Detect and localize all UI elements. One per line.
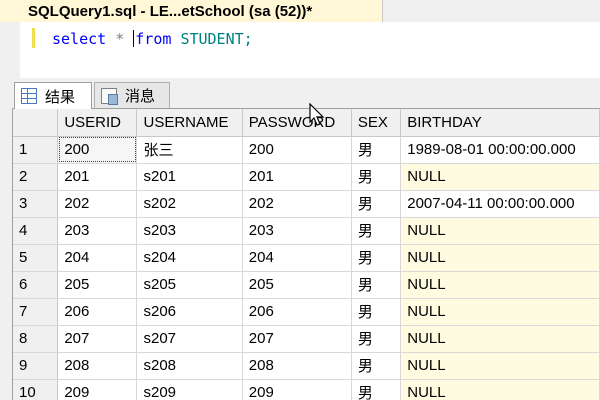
cell-birthday[interactable]: NULL [400, 217, 600, 245]
row-number[interactable]: 10 [13, 379, 59, 400]
table-row[interactable]: 1 200 张三 200 男 1989-08-01 00:00:00.000 [13, 136, 600, 164]
cell-userid[interactable]: 202 [57, 190, 138, 218]
column-header-userid[interactable]: USERID [57, 109, 138, 137]
cell-birthday[interactable]: NULL [400, 379, 600, 400]
cell-password[interactable]: 205 [242, 271, 352, 299]
cell-birthday[interactable]: NULL [400, 163, 600, 191]
cell-userid[interactable]: 204 [57, 244, 138, 272]
document-tab-title: SQLQuery1.sql - LE...etSchool (sa (52))* [28, 3, 313, 20]
cell-sex[interactable]: 男 [351, 217, 402, 245]
table-row[interactable]: 2 201 s201 201 男 NULL [13, 163, 600, 191]
cell-password[interactable]: 207 [242, 325, 352, 353]
corner-cell[interactable] [13, 109, 59, 137]
row-number[interactable]: 9 [13, 352, 59, 380]
cell-birthday[interactable]: 2007-04-11 00:00:00.000 [400, 190, 600, 218]
table-identifier: STUDENT; [180, 30, 253, 48]
tab-results[interactable]: 结果 [14, 82, 92, 109]
cell-userid[interactable]: 208 [57, 352, 138, 380]
tab-results-label: 结果 [45, 88, 76, 106]
header-row: USERID USERNAME PASSWORD SEX BIRTHDAY [13, 109, 600, 137]
table-row[interactable]: 9 208 s208 208 男 NULL [13, 352, 600, 380]
tab-messages-label: 消息 [125, 88, 156, 105]
cell-userid[interactable]: 207 [57, 325, 138, 353]
cell-userid[interactable]: 209 [57, 379, 138, 400]
table-row[interactable]: 4 203 s203 203 男 NULL [13, 217, 600, 245]
cell-sex[interactable]: 男 [351, 163, 402, 191]
table-row[interactable]: 6 205 s205 205 男 NULL [13, 271, 600, 299]
column-header-password[interactable]: PASSWORD [242, 109, 352, 137]
operator-star: * [115, 30, 125, 48]
document-tab[interactable]: SQLQuery1.sql - LE...etSchool (sa (52))* [0, 0, 383, 22]
editor-line-1[interactable]: select * from STUDENT; [52, 30, 253, 48]
grid-icon [21, 88, 37, 104]
cell-userid[interactable]: 203 [57, 217, 138, 245]
cell-userid[interactable]: 206 [57, 298, 138, 326]
table-row[interactable]: 3 202 s202 202 男 2007-04-11 00:00:00.000 [13, 190, 600, 218]
cell-password[interactable]: 209 [242, 379, 352, 400]
row-number[interactable]: 2 [13, 163, 59, 191]
cell-userid[interactable]: 200 [57, 136, 138, 164]
results-pane: 结果 消息 USERID USERNAME PASSWORD SEX BIRTH… [0, 78, 600, 400]
cell-password[interactable]: 202 [242, 190, 352, 218]
table-row[interactable]: 7 206 s206 206 男 NULL [13, 298, 600, 326]
table-row[interactable]: 8 207 s207 207 男 NULL [13, 325, 600, 353]
query-editor[interactable]: select * from STUDENT; [0, 22, 600, 78]
cell-password[interactable]: 203 [242, 217, 352, 245]
cell-sex[interactable]: 男 [351, 298, 402, 326]
cell-sex[interactable]: 男 [351, 325, 402, 353]
cell-password[interactable]: 201 [242, 163, 352, 191]
cell-username[interactable]: s204 [136, 244, 243, 272]
cell-sex[interactable]: 男 [351, 136, 402, 164]
cell-username[interactable]: s209 [136, 379, 243, 400]
document-tab-bar: SQLQuery1.sql - LE...etSchool (sa (52))* [0, 0, 600, 22]
row-number[interactable]: 4 [13, 217, 59, 245]
cell-username[interactable]: s201 [136, 163, 243, 191]
table-row[interactable]: 5 204 s204 204 男 NULL [13, 244, 600, 272]
cell-userid[interactable]: 205 [57, 271, 138, 299]
tab-messages[interactable]: 消息 [94, 82, 170, 109]
column-header-username[interactable]: USERNAME [136, 109, 243, 137]
cell-username[interactable]: s207 [136, 325, 243, 353]
cell-username[interactable]: s205 [136, 271, 243, 299]
cell-sex[interactable]: 男 [351, 244, 402, 272]
editor-gutter [0, 22, 20, 78]
column-header-birthday[interactable]: BIRTHDAY [400, 109, 600, 137]
cell-birthday[interactable]: 1989-08-01 00:00:00.000 [400, 136, 600, 164]
row-number[interactable]: 8 [13, 325, 59, 353]
cell-userid[interactable]: 201 [57, 163, 138, 191]
cell-username[interactable]: 张三 [136, 136, 243, 164]
row-number[interactable]: 3 [13, 190, 59, 218]
cell-password[interactable]: 206 [242, 298, 352, 326]
cell-sex[interactable]: 男 [351, 379, 402, 400]
row-number[interactable]: 7 [13, 298, 59, 326]
table-row[interactable]: 10 209 s209 209 男 NULL [13, 379, 600, 400]
row-number[interactable]: 1 [13, 136, 59, 164]
cell-birthday[interactable]: NULL [400, 244, 600, 272]
cell-username[interactable]: s202 [136, 190, 243, 218]
cell-sex[interactable]: 男 [351, 352, 402, 380]
results-grid[interactable]: USERID USERNAME PASSWORD SEX BIRTHDAY 12… [12, 108, 600, 400]
cell-birthday[interactable]: NULL [400, 271, 600, 299]
cell-password[interactable]: 208 [242, 352, 352, 380]
cell-password[interactable]: 200 [242, 136, 352, 164]
keyword-select: select [52, 30, 107, 48]
messages-icon [101, 87, 118, 105]
column-header-sex[interactable]: SEX [351, 109, 402, 137]
editor-change-marker [32, 28, 35, 48]
cell-username[interactable]: s203 [136, 217, 243, 245]
cell-password[interactable]: 204 [242, 244, 352, 272]
cell-birthday[interactable]: NULL [400, 352, 600, 380]
cell-username[interactable]: s208 [136, 352, 243, 380]
cell-birthday[interactable]: NULL [400, 298, 600, 326]
cell-birthday[interactable]: NULL [400, 325, 600, 353]
cell-sex[interactable]: 男 [351, 190, 402, 218]
row-number[interactable]: 6 [13, 271, 59, 299]
row-number[interactable]: 5 [13, 244, 59, 272]
results-table: USERID USERNAME PASSWORD SEX BIRTHDAY 12… [13, 109, 600, 400]
keyword-from: from [135, 30, 172, 48]
cell-sex[interactable]: 男 [351, 271, 402, 299]
cell-username[interactable]: s206 [136, 298, 243, 326]
